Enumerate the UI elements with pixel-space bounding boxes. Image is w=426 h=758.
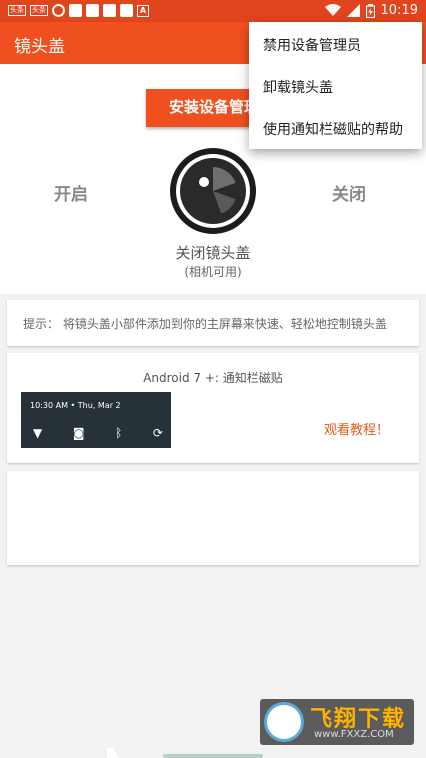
bluetooth-icon: ᛒ xyxy=(115,426,123,440)
camera-icon: ◙ xyxy=(72,426,85,440)
open-button[interactable]: 开启 xyxy=(54,180,88,205)
clock: 10:19 xyxy=(380,3,418,18)
overflow-menu: 禁用设备管理员 卸载镜头盖 使用通知栏磁贴的帮助 xyxy=(249,22,422,149)
system-icons: 10:19 xyxy=(324,3,418,18)
rotate-icon: ⟳ xyxy=(152,426,163,440)
notification-square-icon xyxy=(69,4,82,17)
bottom-handle xyxy=(163,754,263,758)
hint-card: 提示： 将镜头盖小部件添加到你的主屏幕来快速、轻松地控制镜头盖 xyxy=(7,300,419,346)
lens-state-label: 关闭镜头盖 xyxy=(175,244,251,262)
pointer-icon xyxy=(107,748,119,758)
notification-square-icon xyxy=(103,4,116,17)
battery-icon xyxy=(365,3,375,18)
menu-item-disable-device-admin[interactable]: 禁用设备管理员 xyxy=(263,35,361,55)
quick-settings-preview-image: 10:30 AM • Thu, Mar 2 ▼ ◙ ᛒ ⟳ xyxy=(21,392,171,448)
preview-tile-icons: ▼ ◙ ᛒ ⟳ xyxy=(33,426,163,440)
status-bar: 头条 头条 A 10:19 xyxy=(0,0,426,22)
toutiao-notification-icon: 头条 xyxy=(8,5,26,16)
preview-time-text: 10:30 AM • Thu, Mar 2 xyxy=(30,401,121,410)
a-notification-icon: A xyxy=(137,4,149,17)
watermark: 飞翔下载 www.FXXZ.COM xyxy=(260,699,414,745)
hint-text: 提示： 将镜头盖小部件添加到你的主屏幕来快速、轻松地控制镜头盖 xyxy=(23,317,387,331)
watch-tutorial-link[interactable]: 观看教程！ xyxy=(324,419,389,438)
menu-item-uninstall[interactable]: 卸载镜头盖 xyxy=(263,77,333,97)
menu-item-tile-help[interactable]: 使用通知栏磁贴的帮助 xyxy=(263,119,403,139)
wifi-icon xyxy=(324,4,341,16)
app-title: 镜头盖 xyxy=(14,37,65,57)
watermark-logo-icon xyxy=(264,702,304,742)
camera-lens-icon[interactable] xyxy=(170,148,256,234)
lens-state-sublabel: (相机可用) xyxy=(184,265,242,279)
empty-card xyxy=(7,471,419,565)
app-notification-icon xyxy=(52,4,65,17)
wifi-icon: ▼ xyxy=(33,426,43,440)
notification-icons: 头条 头条 A xyxy=(8,4,149,17)
tile-card-title: Android 7 +: 通知栏磁贴 xyxy=(143,371,283,385)
toutiao-notification-icon-2: 头条 xyxy=(30,5,48,16)
signal-icon xyxy=(346,4,360,17)
watermark-url: www.FXXZ.COM xyxy=(314,729,394,740)
close-button[interactable]: 关闭 xyxy=(332,180,366,205)
notification-tile-card: Android 7 +: 通知栏磁贴 10:30 AM • Thu, Mar 2… xyxy=(7,353,419,463)
notification-square-icon xyxy=(86,4,99,17)
notification-square-icon xyxy=(120,4,133,17)
